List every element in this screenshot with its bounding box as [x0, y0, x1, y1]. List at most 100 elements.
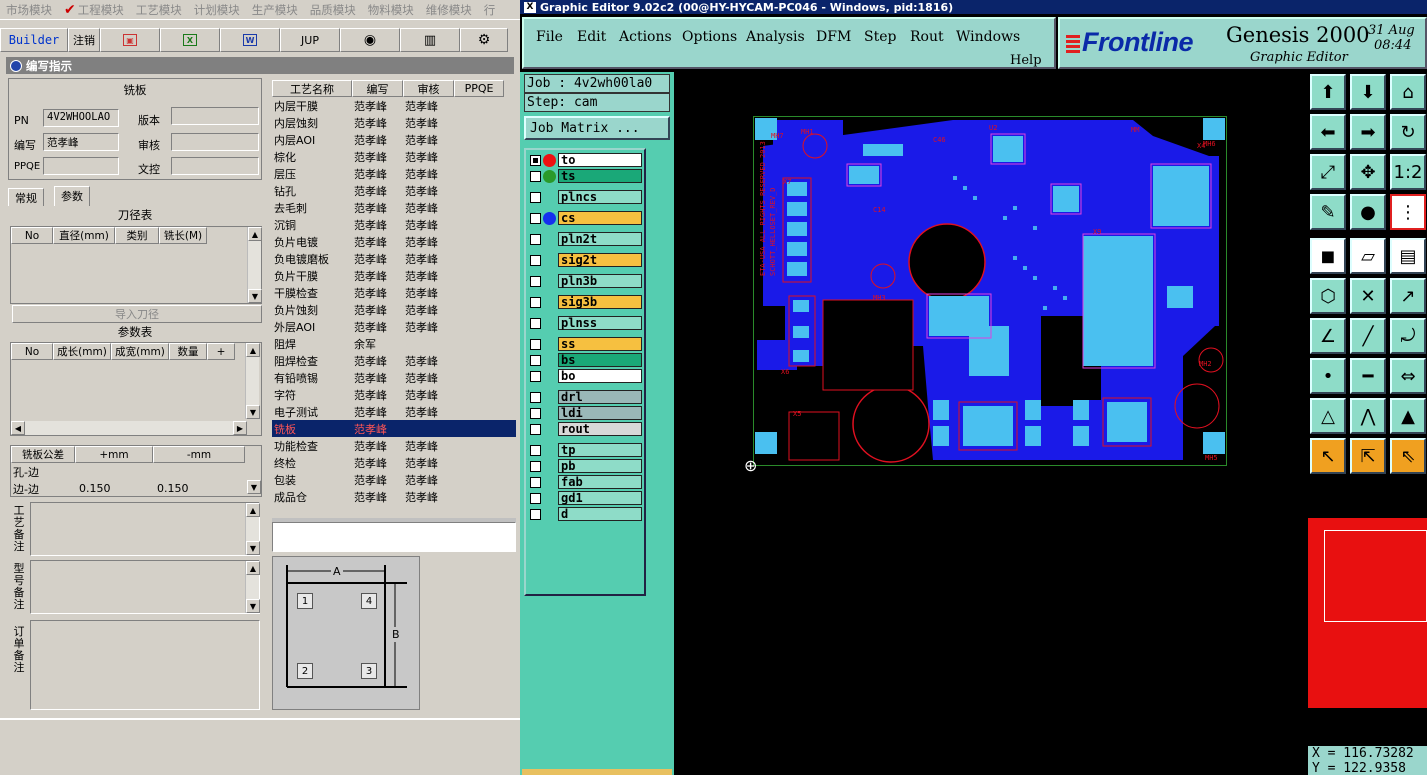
- order-note-field[interactable]: [30, 620, 260, 710]
- layer-row-ts[interactable]: ts: [528, 168, 644, 184]
- layer-checkbox[interactable]: [530, 460, 541, 472]
- table-row[interactable]: 终检 范孝峰 范孝峰: [272, 454, 516, 471]
- process-note-scroll[interactable]: ▲ ▼: [245, 503, 260, 555]
- layer-name[interactable]: sig2t: [558, 253, 642, 267]
- scroll-down-icon[interactable]: ▼: [246, 541, 260, 555]
- layer-row-sig2t[interactable]: sig2t: [528, 252, 644, 268]
- layer-row-plnss[interactable]: plnss: [528, 315, 644, 331]
- layer-row-tp[interactable]: tp: [528, 442, 644, 458]
- layer-name[interactable]: cs: [558, 211, 642, 225]
- line-tool-button[interactable]: ╱: [1350, 318, 1386, 354]
- table-row[interactable]: 去毛刺 范孝峰 范孝峰: [272, 199, 516, 216]
- layer-name[interactable]: to: [558, 153, 642, 167]
- word-button[interactable]: W: [220, 28, 280, 52]
- jup-button[interactable]: JUP: [280, 28, 340, 52]
- table-row[interactable]: 阻焊 余军: [272, 335, 516, 352]
- table-row[interactable]: 负片干膜 范孝峰 范孝峰: [272, 267, 516, 284]
- layer-row-ss[interactable]: ss: [528, 336, 644, 352]
- measure-tool-button[interactable]: ✎: [1310, 194, 1346, 230]
- select-poly-tool-button[interactable]: ⇖: [1390, 438, 1426, 474]
- table-row[interactable]: 负片蚀刻 范孝峰 范孝峰: [272, 301, 516, 318]
- layer-checkbox[interactable]: [530, 476, 541, 488]
- fill-tool-button[interactable]: ◼: [1310, 238, 1346, 274]
- menu-file[interactable]: File: [536, 29, 563, 45]
- table-row[interactable]: 内层干膜 范孝峰 范孝峰: [272, 97, 516, 114]
- layer-name[interactable]: pln3b: [558, 274, 642, 288]
- layer-checkbox[interactable]: [530, 508, 541, 520]
- overview-window[interactable]: [1308, 518, 1427, 708]
- shape-tool-button[interactable]: ▱: [1350, 238, 1386, 274]
- layer-name[interactable]: pb: [558, 459, 642, 473]
- right-arrow-tool-button[interactable]: ➡: [1350, 114, 1386, 150]
- layer-checkbox[interactable]: [530, 354, 541, 366]
- layer-checkbox[interactable]: [530, 370, 541, 382]
- module-production[interactable]: 生产模块: [246, 2, 304, 18]
- layer-name[interactable]: bo: [558, 369, 642, 383]
- cross-tool-button[interactable]: ✕: [1350, 278, 1386, 314]
- layer-name[interactable]: plncs: [558, 190, 642, 204]
- layer-name[interactable]: plnss: [558, 316, 642, 330]
- settings-button[interactable]: ⚙: [460, 28, 508, 52]
- layer-row-sig3b[interactable]: sig3b: [528, 294, 644, 310]
- scroll-down-icon[interactable]: ▼: [248, 289, 262, 303]
- process-note-field[interactable]: ▲ ▼: [30, 502, 260, 556]
- layer-row-pln2t[interactable]: pln2t: [528, 231, 644, 247]
- layer-tool-button[interactable]: ⋮: [1390, 194, 1426, 230]
- select-tool-button[interactable]: ↖: [1310, 438, 1346, 474]
- model-note-field[interactable]: ▲ ▼: [30, 560, 260, 614]
- control-field[interactable]: [171, 157, 259, 175]
- zoom-tool-button[interactable]: ✥: [1350, 154, 1386, 190]
- layer-name[interactable]: bs: [558, 353, 642, 367]
- layer-checkbox[interactable]: [530, 444, 541, 456]
- layer-row-drl[interactable]: drl: [528, 389, 644, 405]
- layer-checkbox[interactable]: [530, 407, 541, 419]
- ppqe-field[interactable]: [43, 157, 119, 175]
- table-row[interactable]: 干膜检查 范孝峰 范孝峰: [272, 284, 516, 301]
- home-tool-button[interactable]: ⌂: [1390, 74, 1426, 110]
- layer-row-fab[interactable]: fab: [528, 474, 644, 490]
- module-plan[interactable]: 计划模块: [188, 2, 246, 18]
- param-add-button[interactable]: +: [207, 343, 235, 360]
- layer-checkbox[interactable]: [530, 154, 541, 166]
- point-tool-button[interactable]: •: [1310, 358, 1346, 394]
- tolerance-row[interactable]: 孔-边: [11, 463, 261, 480]
- pn-field[interactable]: 4V2WHOOLAO: [43, 109, 119, 127]
- layer-name[interactable]: sig3b: [558, 295, 642, 309]
- layer-name[interactable]: pln2t: [558, 232, 642, 246]
- module-maintenance[interactable]: 维修模块: [420, 2, 478, 18]
- menu-options[interactable]: Options: [682, 29, 737, 45]
- layer-row-gd1[interactable]: gd1: [528, 490, 644, 506]
- scroll-right-icon[interactable]: ▶: [233, 421, 247, 435]
- menu-edit[interactable]: Edit: [577, 29, 606, 45]
- layer-row-plncs[interactable]: plncs: [528, 189, 644, 205]
- left-arrow-tool-button[interactable]: ⬅: [1310, 114, 1346, 150]
- connect-tool-button[interactable]: ↗: [1390, 278, 1426, 314]
- module-quality[interactable]: 品质模块: [304, 2, 362, 18]
- menu-help[interactable]: Help: [1010, 53, 1042, 68]
- layer-checkbox[interactable]: [530, 317, 541, 329]
- tolerance-row[interactable]: 边-边 0.150 0.150: [11, 480, 261, 497]
- fit-width-tool-button[interactable]: ⇔: [1390, 358, 1426, 394]
- layer-name[interactable]: gd1: [558, 491, 642, 505]
- scale-tool-button[interactable]: 1:2: [1390, 154, 1426, 190]
- table-row[interactable]: 包装 范孝峰 范孝峰: [272, 471, 516, 488]
- layer-name[interactable]: ss: [558, 337, 642, 351]
- split-tool-button[interactable]: ━: [1350, 358, 1386, 394]
- logout-button[interactable]: 注销: [68, 28, 100, 52]
- review-field[interactable]: [171, 133, 259, 151]
- rotate-tool-button[interactable]: ↻: [1390, 114, 1426, 150]
- view-button[interactable]: ◉: [340, 28, 400, 52]
- menu-analysis[interactable]: Analysis: [746, 29, 805, 45]
- module-process[interactable]: 工艺模块: [130, 2, 188, 18]
- model-note-scroll[interactable]: ▲ ▼: [245, 561, 260, 613]
- version-field[interactable]: [171, 107, 259, 125]
- angle-tool-button[interactable]: ∠: [1310, 318, 1346, 354]
- layer-row-d[interactable]: d: [528, 506, 644, 522]
- scroll-left-icon[interactable]: ◀: [11, 421, 25, 435]
- layer-checkbox[interactable]: [530, 191, 541, 203]
- layer-checkbox[interactable]: [530, 391, 541, 403]
- layer-row-pln3b[interactable]: pln3b: [528, 273, 644, 289]
- report-button[interactable]: ▣: [100, 28, 160, 52]
- triangle-tool-button[interactable]: △: [1310, 398, 1346, 434]
- layer-name[interactable]: rout: [558, 422, 642, 436]
